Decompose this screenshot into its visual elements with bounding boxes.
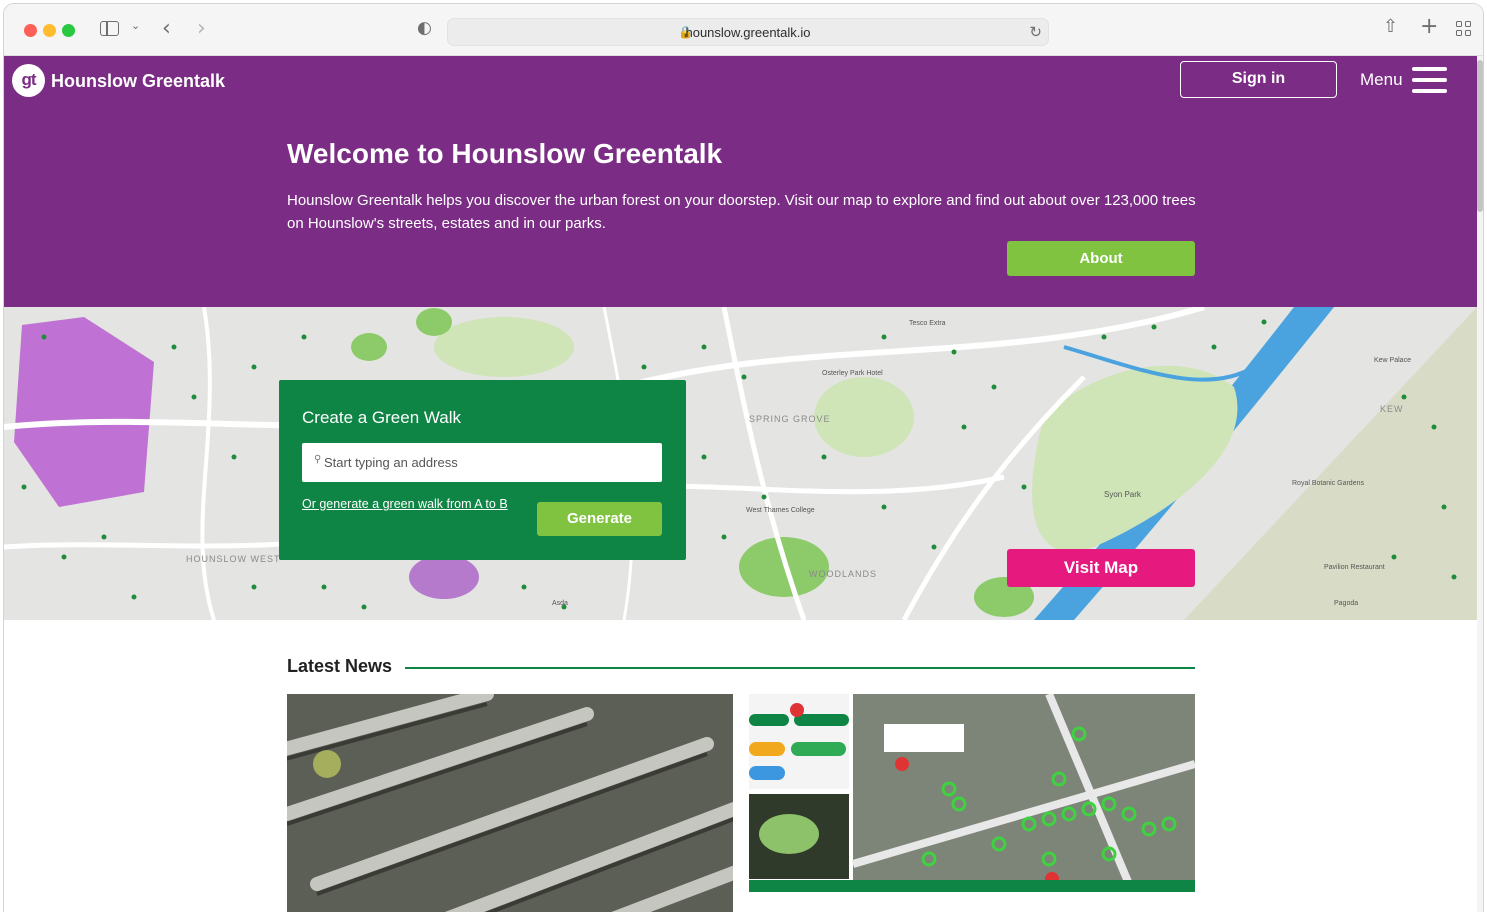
map-label-tesco-extra: Tesco Extra [909, 320, 946, 327]
url-text: hounslow.greentalk.io [685, 25, 811, 40]
visit-map-button[interactable]: Visit Map [1007, 549, 1195, 587]
browser-window: ⌄ ‹ › ◐ 🔒 hounslow.greentalk.io ↻ ⇧ + gt… [4, 4, 1483, 912]
site-name[interactable]: Hounslow Greentalk [51, 71, 225, 92]
address-bar[interactable]: 🔒 hounslow.greentalk.io ↻ [447, 18, 1049, 46]
map-label-pavilion-restaurant: Pavilion Restaurant [1324, 564, 1385, 571]
share-icon[interactable]: ⇧ [1383, 16, 1398, 37]
page-title: Welcome to Hounslow Greentalk [287, 138, 723, 169]
minimize-window-button[interactable] [43, 24, 56, 37]
map-label-asda: Asda [552, 600, 568, 607]
search-icon: ⚲ [314, 454, 322, 465]
map-label-kew: KEW [1380, 404, 1404, 414]
map-label-woodlands: WOODLANDS [809, 569, 877, 579]
reload-icon[interactable]: ↻ [1029, 23, 1042, 41]
news-image-app-screens [749, 694, 1195, 912]
map-label-spring-grove: SPRING GROVE [749, 414, 831, 424]
menu-label[interactable]: Menu [1360, 70, 1403, 90]
map-label-west-thames-college: West Thames College [746, 507, 815, 514]
plus-icon[interactable]: + [1420, 14, 1438, 39]
news-image-caterpillars [287, 694, 733, 912]
map-background: SPRING GROVE HOUNSLOW WEST WOODLANDS KEW Syo… [4, 307, 1477, 620]
latest-news-title: Latest News [287, 656, 393, 676]
green-walk-panel: Create a Green Walk ⚲ Or generate a gree… [279, 380, 686, 560]
map-label-royal-botanic-gardens: Royal Botanic Gardens [1292, 480, 1364, 487]
about-button[interactable]: About [1007, 241, 1195, 276]
chevron-down-icon[interactable]: ⌄ [131, 19, 140, 32]
page-scrollbar[interactable] [1477, 56, 1483, 912]
hamburger-menu-icon[interactable] [1412, 67, 1447, 93]
shield-icon[interactable]: ◐ [417, 18, 432, 38]
grid-icon[interactable] [1456, 21, 1472, 37]
scrollbar-thumb[interactable] [1477, 60, 1483, 212]
news-card-caterpillars[interactable] [287, 694, 733, 912]
generate-button[interactable]: Generate [537, 502, 662, 536]
chevron-left-icon[interactable]: ‹ [162, 16, 171, 41]
section-divider [405, 667, 1195, 669]
news-card-app-screens[interactable] [749, 694, 1195, 912]
map-label-osterley-park-hotel: Osterley Park Hotel [822, 370, 883, 377]
address-input[interactable] [324, 443, 654, 482]
map-label-syon-park: Syon Park [1104, 490, 1142, 499]
zoom-window-button[interactable] [62, 24, 75, 37]
map-label-pagoda: Pagoda [1334, 600, 1358, 607]
close-window-button[interactable] [24, 24, 37, 37]
map-preview[interactable]: SPRING GROVE HOUNSLOW WEST WOODLANDS KEW Syo… [4, 307, 1477, 620]
chevron-right-icon[interactable]: › [197, 16, 206, 41]
map-label-kew-palace: Kew Palace [1374, 357, 1411, 364]
hero-description: Hounslow Greentalk helps you discover th… [287, 192, 1196, 232]
map-label-hounslow-west: HOUNSLOW WEST [186, 554, 281, 564]
green-walk-title: Create a Green Walk [302, 408, 462, 427]
address-search-box[interactable]: ⚲ [302, 443, 662, 482]
sign-in-button[interactable]: Sign in [1180, 61, 1337, 98]
browser-toolbar: ⌄ ‹ › ◐ 🔒 hounslow.greentalk.io ↻ ⇧ + [4, 4, 1483, 56]
a-to-b-walk-link[interactable]: Or generate a green walk from A to B [302, 497, 508, 511]
sidebar-icon[interactable] [100, 21, 119, 36]
site-header: gt Hounslow Greentalk Sign in Menu Welco… [4, 56, 1477, 307]
site-logo[interactable]: gt [12, 64, 45, 97]
